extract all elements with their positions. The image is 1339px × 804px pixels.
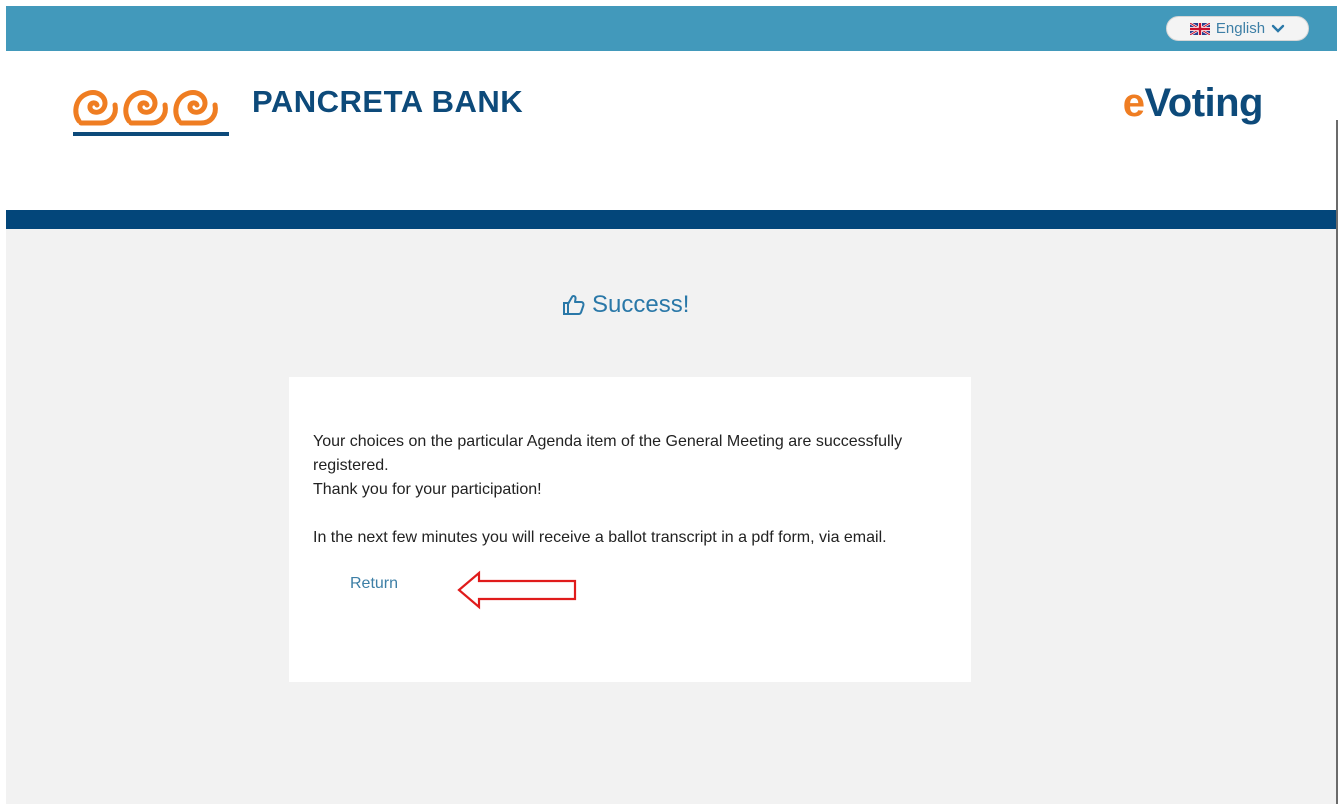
nav-band bbox=[6, 210, 1337, 229]
top-bar: English bbox=[6, 6, 1337, 51]
success-heading: Success! bbox=[562, 291, 689, 319]
success-title: Success! bbox=[592, 291, 690, 318]
main-content: Success! Your choices on the particular … bbox=[6, 229, 1337, 804]
message-card: Your choices on the particular Agenda it… bbox=[289, 377, 971, 682]
uk-flag-icon bbox=[1189, 22, 1210, 35]
evoting-logo-rest: Voting bbox=[1144, 81, 1264, 125]
language-selector[interactable]: English bbox=[1166, 16, 1309, 41]
return-link[interactable]: Return bbox=[350, 575, 398, 593]
message-line: Thank you for your participation! bbox=[313, 481, 542, 498]
message-line: In the next few minutes you will receive… bbox=[313, 529, 887, 546]
message-body: Your choices on the particular Agenda it… bbox=[313, 430, 963, 550]
bank-name: PANCRETA BANK bbox=[252, 84, 524, 119]
chevron-down-icon bbox=[1271, 24, 1285, 33]
message-line: Your choices on the particular Agenda it… bbox=[313, 433, 903, 474]
evoting-logo: eVoting bbox=[1122, 81, 1264, 126]
window-edge bbox=[1336, 120, 1338, 804]
page: English PANCRETA BANK eVoting Success! Y… bbox=[6, 6, 1337, 804]
language-label: English bbox=[1215, 20, 1266, 37]
red-arrow-annotation-icon bbox=[457, 570, 577, 610]
thumbs-up-icon bbox=[563, 294, 585, 315]
site-header: PANCRETA BANK eVoting bbox=[6, 51, 1337, 210]
evoting-logo-prefix: e bbox=[1122, 81, 1145, 125]
bank-logo-icon[interactable] bbox=[71, 81, 231, 139]
